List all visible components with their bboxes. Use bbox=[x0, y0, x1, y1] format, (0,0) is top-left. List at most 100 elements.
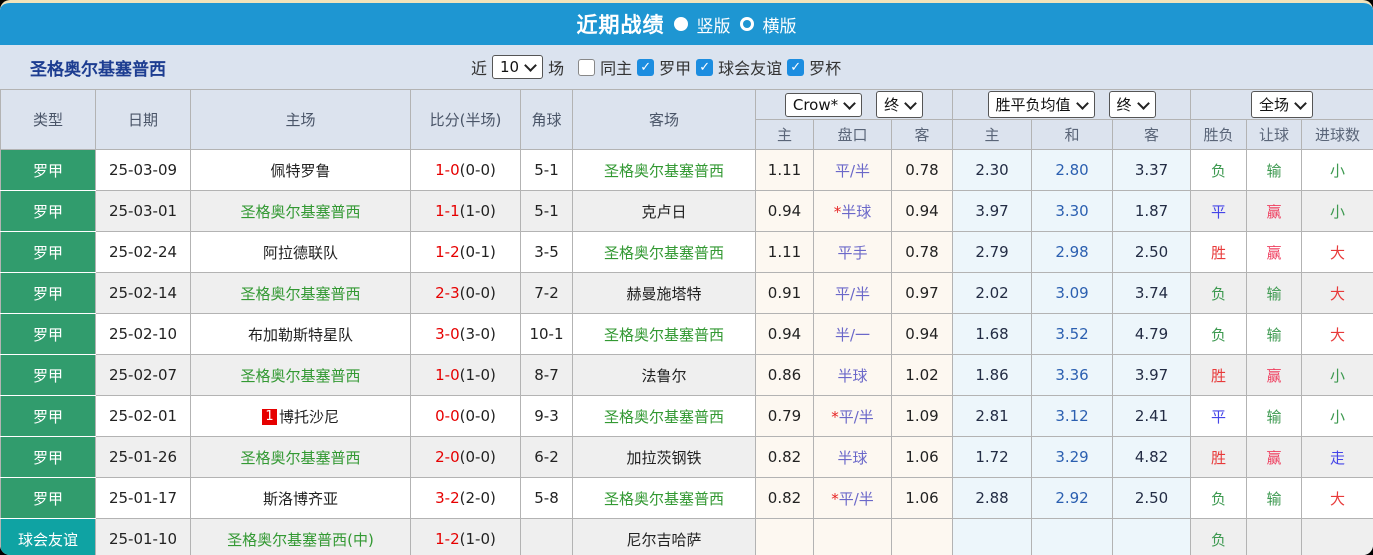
cell-away-team: 赫曼施塔特 bbox=[572, 272, 756, 314]
chevron-down-icon bbox=[904, 96, 918, 110]
cell-corners: 10-1 bbox=[520, 313, 573, 355]
fulltime-score: 1-2 bbox=[435, 243, 460, 261]
league-label-luojia: 罗甲 bbox=[659, 59, 692, 78]
cell-date: 25-02-24 bbox=[95, 231, 191, 273]
cell-date: 25-03-01 bbox=[95, 190, 191, 232]
home-team-name: 阿拉德联队 bbox=[262, 243, 338, 262]
cell-handicap-odds-home: 0.86 bbox=[755, 354, 814, 396]
cell-avg-win: 1.86 bbox=[952, 354, 1033, 396]
cell-avg-draw: 2.98 bbox=[1031, 231, 1114, 273]
fulltime-score: 1-0 bbox=[435, 366, 460, 384]
handicap-text: 半/一 bbox=[834, 325, 871, 344]
average-select[interactable]: 胜平负均值 bbox=[987, 91, 1095, 118]
cell-handicap-result: 输 bbox=[1246, 477, 1303, 519]
home-team-name: 圣格奥尔基塞普西 bbox=[240, 366, 361, 385]
cell-handicap-odds-away: 1.06 bbox=[890, 477, 954, 519]
same-home-checkbox[interactable] bbox=[578, 58, 596, 76]
league-checkbox-luobei[interactable]: ✓ bbox=[787, 58, 805, 76]
fulltime-score: 2-3 bbox=[435, 284, 460, 302]
page-title: 近期战绩 bbox=[576, 13, 665, 37]
cell-handicap-odds-away: 1.06 bbox=[890, 436, 954, 478]
results-body: 罗甲 25-03-09 佩特罗鲁 1-0(0-0) 5-1 圣格奥尔基塞普西 1… bbox=[0, 149, 1373, 555]
cell-away-team: 尼尔吉哈萨 bbox=[572, 518, 756, 555]
halftime-score: (1-0) bbox=[459, 530, 496, 548]
cell-result: 负 bbox=[1190, 313, 1248, 355]
halftime-score: (0-0) bbox=[459, 161, 496, 179]
table-row: 罗甲 25-03-09 佩特罗鲁 1-0(0-0) 5-1 圣格奥尔基塞普西 1… bbox=[0, 149, 1373, 191]
cell-handicap-result: 赢 bbox=[1246, 436, 1303, 478]
cell-home-team: 圣格奥尔基塞普西 bbox=[190, 354, 411, 396]
header-home: 主场 bbox=[190, 89, 411, 150]
cell-avg-lose: 3.74 bbox=[1112, 272, 1192, 314]
live-star-icon: * bbox=[831, 489, 839, 508]
league-checkbox-friendly[interactable]: ✓ bbox=[696, 58, 714, 76]
cell-score: 1-0(1-0) bbox=[410, 354, 521, 396]
cell-handicap-odds-away: 0.78 bbox=[890, 149, 954, 191]
cell-handicap-line: 半球 bbox=[813, 354, 892, 396]
halftime-score: (0-0) bbox=[459, 284, 496, 302]
cell-goals-result: 大 bbox=[1301, 272, 1373, 314]
cell-handicap-result: 输 bbox=[1246, 272, 1303, 314]
layout-vertical-radio[interactable] bbox=[673, 17, 688, 31]
odds-stage-select-1[interactable]: 终 bbox=[876, 91, 924, 118]
table-row: 罗甲 25-01-17 斯洛博齐亚 3-2(2-0) 5-8 圣格奥尔基塞普西 … bbox=[0, 477, 1373, 519]
header-date: 日期 bbox=[95, 89, 191, 150]
cell-away-team: 圣格奥尔基塞普西 bbox=[572, 149, 756, 191]
cell-date: 25-02-01 bbox=[95, 395, 191, 437]
cell-avg-lose: 3.37 bbox=[1112, 149, 1192, 191]
fulltime-score: 1-1 bbox=[435, 202, 460, 220]
bookmaker-select[interactable]: Crow* bbox=[784, 92, 863, 117]
cell-home-team: 1 博托沙尼 bbox=[190, 395, 411, 437]
cell-handicap-result: 赢 bbox=[1246, 354, 1303, 396]
cell-handicap-odds-home: 0.82 bbox=[755, 436, 814, 478]
cell-corners: 7-2 bbox=[520, 272, 573, 314]
cell-avg-lose: 4.79 bbox=[1112, 313, 1192, 355]
layout-vertical-label[interactable]: 竖版 bbox=[697, 12, 731, 37]
match-count-select[interactable]: 10 bbox=[492, 55, 544, 79]
recent-results-panel: 近期战绩 竖版 横版 圣格奥尔基塞普西 近 10 场 同主 ✓ 罗甲 ✓ 球会友… bbox=[0, 0, 1373, 555]
cell-avg-draw: 3.29 bbox=[1031, 436, 1114, 478]
cell-handicap-result: 赢 bbox=[1246, 231, 1303, 273]
cell-corners: 8-7 bbox=[520, 354, 573, 396]
header-average-group: 胜平负均值 终 bbox=[952, 89, 1192, 120]
same-home-label: 同主 bbox=[600, 59, 633, 78]
cell-away-team: 加拉茨钢铁 bbox=[572, 436, 756, 478]
layout-horizontal-label[interactable]: 横版 bbox=[763, 12, 797, 37]
cell-handicap-result: 输 bbox=[1246, 313, 1303, 355]
matches-label: 场 bbox=[548, 59, 565, 78]
cell-corners: 3-5 bbox=[520, 231, 573, 273]
subheader-handicap-result: 让球 bbox=[1246, 119, 1303, 150]
league-checkbox-luojia[interactable]: ✓ bbox=[637, 58, 655, 76]
radio-dot-icon bbox=[742, 20, 751, 28]
handicap-text: 半球 bbox=[841, 202, 872, 221]
cell-avg-win: 2.81 bbox=[952, 395, 1033, 437]
away-team-name: 加拉茨钢铁 bbox=[626, 448, 702, 467]
handicap-text: 半球 bbox=[837, 366, 868, 385]
cell-handicap-odds-away bbox=[890, 518, 954, 555]
cell-avg-lose: 3.97 bbox=[1112, 354, 1192, 396]
subheader-avg-lose: 客 bbox=[1112, 119, 1192, 150]
handicap-text: 平/半 bbox=[834, 161, 871, 180]
table-row: 罗甲 25-02-10 布加勒斯特星队 3-0(3-0) 10-1 圣格奥尔基塞… bbox=[0, 313, 1373, 355]
team-name: 圣格奥尔基塞普西 bbox=[30, 59, 166, 80]
cell-goals-result: 小 bbox=[1301, 190, 1373, 232]
fullmatch-select[interactable]: 全场 bbox=[1251, 91, 1314, 118]
away-team-name: 圣格奥尔基塞普西 bbox=[603, 161, 724, 180]
table-row: 罗甲 25-02-01 1 博托沙尼 0-0(0-0) 9-3 圣格奥尔基塞普西 … bbox=[0, 395, 1373, 437]
home-team-name: 圣格奥尔基塞普西 bbox=[240, 448, 361, 467]
handicap-text: 平/半 bbox=[834, 284, 871, 303]
cell-home-team: 圣格奥尔基塞普西 bbox=[190, 436, 411, 478]
table-row: 罗甲 25-01-26 圣格奥尔基塞普西 2-0(0-0) 6-2 加拉茨钢铁 … bbox=[0, 436, 1373, 478]
cell-avg-draw: 3.30 bbox=[1031, 190, 1114, 232]
cell-result: 负 bbox=[1190, 272, 1248, 314]
cell-away-team: 圣格奥尔基塞普西 bbox=[572, 313, 756, 355]
cell-corners: 6-2 bbox=[520, 436, 573, 478]
layout-horizontal-radio[interactable] bbox=[739, 17, 754, 31]
cell-handicap-line: *平/半 bbox=[813, 395, 892, 437]
cell-handicap-line: 半球 bbox=[813, 436, 892, 478]
cell-handicap-odds-home: 1.11 bbox=[755, 149, 814, 191]
subheader-handicap: 盘口 bbox=[813, 119, 892, 150]
titlebar: 近期战绩 竖版 横版 bbox=[0, 3, 1373, 45]
odds-stage-select-2[interactable]: 终 bbox=[1108, 91, 1156, 118]
match-type-badge: 罗甲 bbox=[0, 395, 96, 437]
